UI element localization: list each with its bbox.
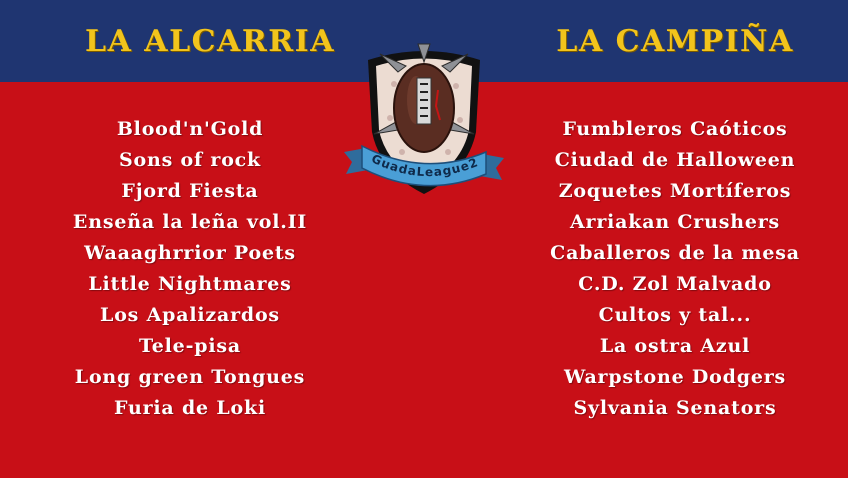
team-item: Sons of rock [119,149,261,171]
team-list-left: Blood'n'Gold Sons of rock Fjord Fiesta E… [20,114,360,424]
team-item: Cultos y tal... [598,304,752,326]
team-item: Zoquetes Mortíferos [558,180,792,202]
team-item: C.D. Zol Malvado [578,273,772,295]
team-item: Tele-pisa [139,335,241,357]
spiked-football-shield-logo: GuadaLeague2 [344,43,504,194]
team-item: La ostra Azul [599,335,751,357]
team-item: Waaaghrrior Poets [84,242,296,264]
conference-title-right: LA CAMPIÑA [556,24,794,59]
team-item: Warpstone Dodgers [563,366,787,388]
team-item: Arriakan Crushers [569,211,781,233]
team-item: Ciudad de Halloween [554,149,796,171]
team-item: Blood'n'Gold [116,118,264,140]
team-item: Long green Tongues [74,366,306,388]
team-item: Fumbleros Caóticos [562,118,788,140]
team-item: Enseña la leña vol.II [72,211,308,233]
team-item: Los Apalizardos [100,304,280,326]
team-item: Little Nightmares [88,273,292,295]
team-item: Furia de Loki [114,397,266,419]
conference-title-left: LA ALCARRIA [84,24,335,59]
team-item: Sylvania Senators [573,397,777,419]
team-item: Fjord Fiesta [121,180,259,202]
team-item: Caballeros de la mesa [550,242,800,264]
team-list-right: Fumbleros Caóticos Ciudad de Halloween Z… [500,114,848,424]
